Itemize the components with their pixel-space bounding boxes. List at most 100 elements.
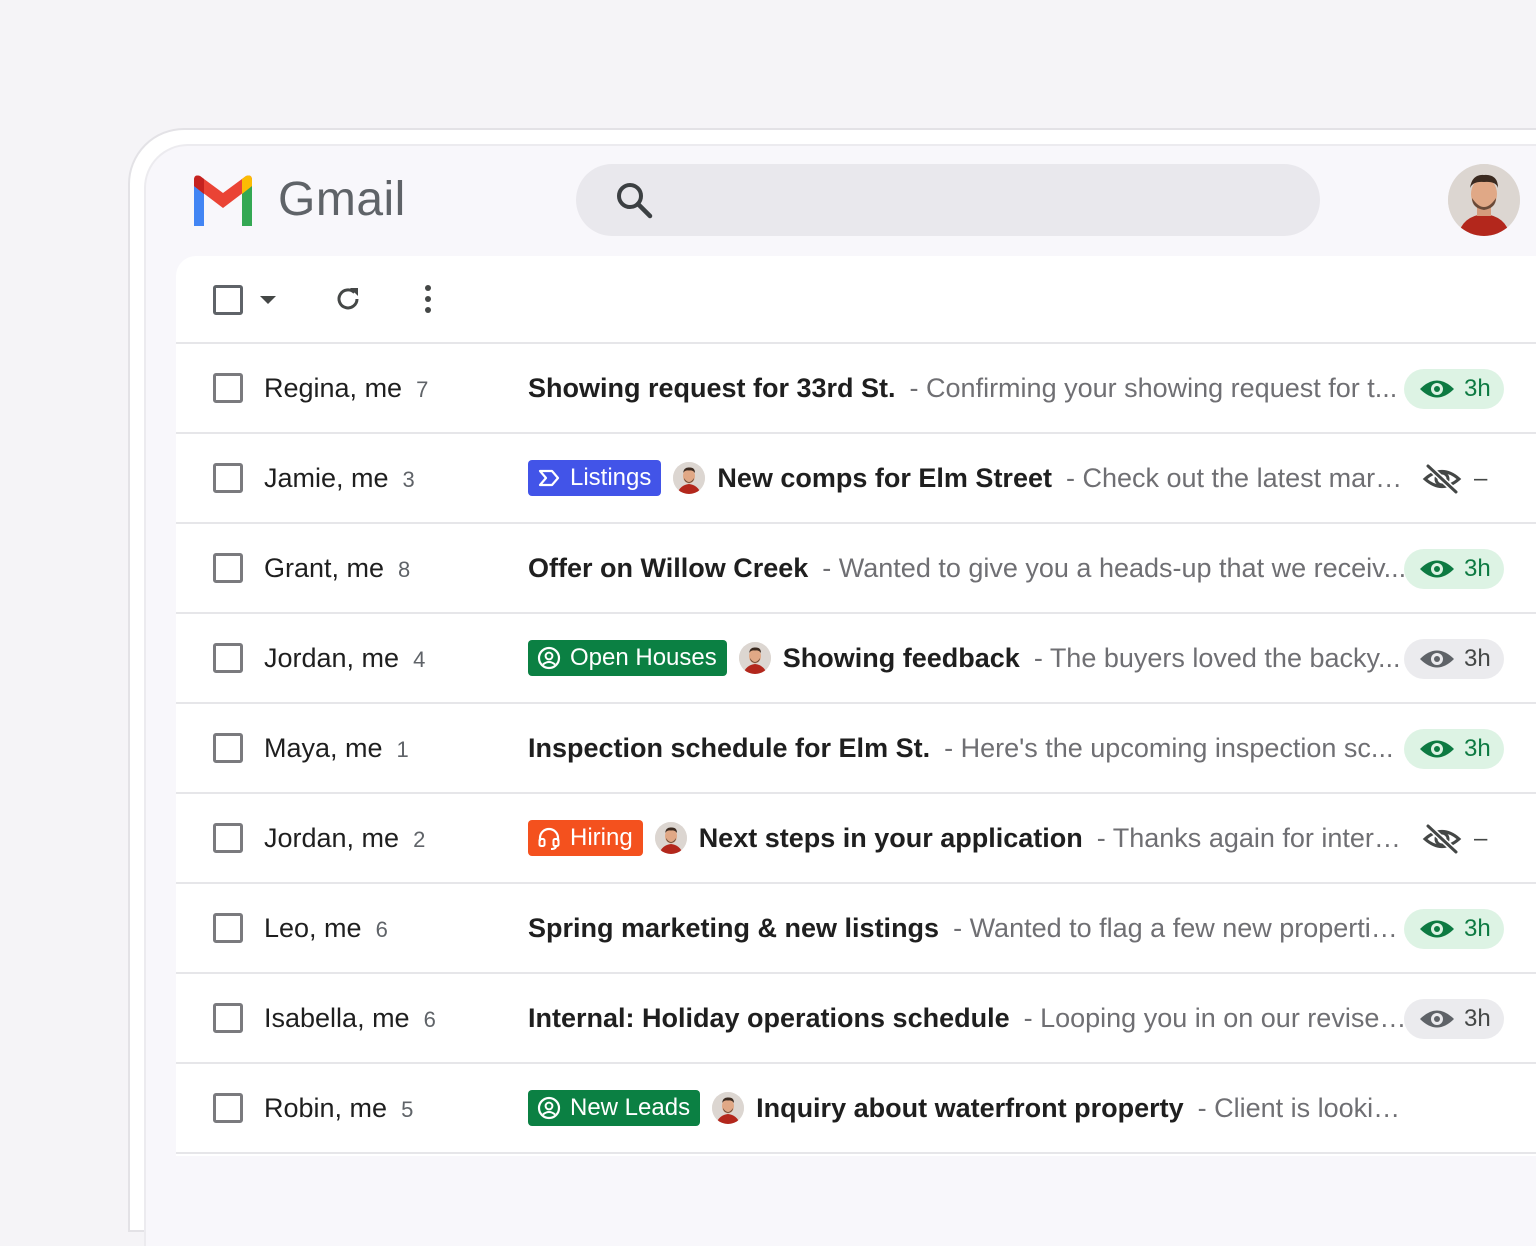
sender-name: Jordan, me 4: [264, 638, 425, 680]
sender-avatar: [712, 1092, 745, 1124]
row-checkbox[interactable]: [213, 643, 243, 673]
thread-count: 7: [416, 377, 429, 402]
read-time: 3h: [1464, 555, 1491, 582]
email-row[interactable]: Grant, me 8 Offer on Willow Creek - Wanted …: [176, 524, 1536, 614]
eye-icon: [1420, 380, 1454, 398]
read-status-badge[interactable]: 3h: [1404, 999, 1504, 1039]
eye-icon: [1420, 1010, 1454, 1028]
email-subject: Inspection schedule for Elm St.: [528, 732, 931, 763]
sender-name: Jamie, me 3: [264, 458, 415, 500]
read-time: 3h: [1464, 735, 1491, 762]
label-chip[interactable]: New Leads: [528, 1090, 701, 1126]
row-checkbox[interactable]: [213, 823, 243, 853]
email-row[interactable]: Robin, me 5 New Leads Inquiry about waterfr…: [176, 1064, 1536, 1154]
thread-count: 1: [396, 737, 409, 762]
read-status-badge[interactable]: 3h: [1404, 639, 1504, 679]
email-snippet: - Wanted to give you a heads-up that we …: [822, 552, 1407, 583]
sender-label: Jamie, me: [264, 463, 389, 493]
sender-name: Leo, me 6: [264, 908, 388, 950]
read-status-badge[interactable]: –: [1404, 819, 1504, 859]
search-bar[interactable]: [576, 164, 1320, 236]
sender-name: Isabella, me 6: [264, 998, 436, 1040]
row-checkbox[interactable]: [213, 733, 243, 763]
email-content[interactable]: Listings New comps for Elm Street - Check …: [528, 455, 1408, 501]
email-subject: New comps for Elm Street: [717, 462, 1052, 493]
gmail-logo-icon[interactable]: [190, 174, 256, 226]
email-snippet: - Confirming your showing request for t.…: [909, 372, 1398, 403]
thread-count: 2: [413, 827, 426, 852]
read-time: 3h: [1464, 645, 1491, 672]
email-row[interactable]: Jordan, me 4 Open Houses Showing feedback - …: [176, 614, 1536, 704]
thread-count: 3: [402, 467, 415, 492]
read-time: 3h: [1464, 915, 1491, 942]
email-subject: Inquiry about waterfront property: [756, 1092, 1184, 1123]
sender-label: Isabella, me: [264, 1003, 410, 1033]
sender-label: Leo, me: [264, 913, 362, 943]
more-options-icon[interactable]: [414, 282, 442, 316]
sender-label: Regina, me: [264, 373, 403, 403]
email-row[interactable]: Jordan, me 2 Hiring Next steps in your appl…: [176, 794, 1536, 884]
list-toolbar: [176, 256, 1536, 344]
sender-avatar: [738, 642, 771, 674]
email-content[interactable]: Hiring Next steps in your application - Th…: [528, 815, 1408, 861]
email-content[interactable]: Spring marketing & new listings - Wanted …: [528, 905, 1408, 951]
sender-name: Robin, me 5: [264, 1088, 413, 1130]
eye-icon: [1420, 650, 1454, 668]
email-row[interactable]: Regina, me 7 Showing request for 33rd St. -…: [176, 344, 1536, 434]
label-chip[interactable]: Open Houses: [528, 640, 727, 676]
person-circle-icon: [536, 645, 570, 671]
app-title[interactable]: Gmail: [278, 170, 406, 230]
email-row[interactable]: Isabella, me 6 Internal: Holiday operation…: [176, 974, 1536, 1064]
account-avatar[interactable]: [1448, 164, 1520, 236]
thread-count: 4: [413, 647, 426, 672]
email-row[interactable]: Jamie, me 3 Listings New comps for Elm Stre…: [176, 434, 1536, 524]
email-content[interactable]: Showing request for 33rd St. - Confirming…: [528, 365, 1408, 411]
label-text: New Leads: [570, 1094, 691, 1121]
read-status-badge[interactable]: 3h: [1404, 369, 1504, 409]
label-chip[interactable]: Hiring: [528, 820, 643, 856]
email-content[interactable]: New Leads Inquiry about waterfront proper…: [528, 1085, 1408, 1131]
eye-off-icon: [1422, 463, 1462, 495]
sender-name: Maya, me 1: [264, 728, 409, 770]
label-chip[interactable]: Listings: [528, 460, 662, 496]
row-checkbox[interactable]: [213, 913, 243, 943]
label-text: Open Houses: [570, 644, 717, 671]
person-circle-icon: [536, 1095, 570, 1121]
select-all-checkbox[interactable]: [213, 285, 243, 315]
thread-count: 6: [375, 917, 388, 942]
read-time: –: [1474, 465, 1488, 492]
email-row[interactable]: Maya, me 1 Inspection schedule for Elm St.…: [176, 704, 1536, 794]
email-snippet: - Here's the upcoming inspection sc...: [944, 732, 1394, 763]
eye-icon: [1420, 920, 1454, 938]
email-subject: Showing request for 33rd St.: [528, 372, 896, 403]
row-checkbox[interactable]: [213, 463, 243, 493]
read-status-badge[interactable]: 3h: [1404, 909, 1504, 949]
email-content[interactable]: Open Houses Showing feedback - The buyers …: [528, 635, 1408, 681]
email-subject: Next steps in your application: [698, 822, 1083, 853]
email-subject: Showing feedback: [782, 642, 1020, 673]
row-checkbox[interactable]: [213, 1003, 243, 1033]
email-content[interactable]: Inspection schedule for Elm St. - Here's …: [528, 725, 1408, 771]
refresh-icon[interactable]: [332, 283, 364, 315]
headset-icon: [536, 825, 570, 851]
email-snippet: - The buyers loved the backy...: [1033, 642, 1401, 673]
email-subject: Spring marketing & new listings: [528, 912, 940, 943]
email-content[interactable]: Offer on Willow Creek - Wanted to give yo…: [528, 545, 1408, 591]
read-time: –: [1474, 825, 1488, 852]
email-row[interactable]: Leo, me 6 Spring marketing & new listings -…: [176, 884, 1536, 974]
search-icon[interactable]: [612, 178, 656, 222]
caret-down-icon[interactable]: [258, 292, 278, 308]
thread-count: 6: [423, 1007, 436, 1032]
row-checkbox[interactable]: [213, 1093, 243, 1123]
read-status-badge[interactable]: 3h: [1404, 729, 1504, 769]
email-content[interactable]: Internal: Holiday operations schedule - L…: [528, 995, 1408, 1041]
row-checkbox[interactable]: [213, 553, 243, 583]
read-status-badge[interactable]: 3h: [1404, 549, 1504, 589]
sender-label: Jordan, me: [264, 643, 400, 673]
row-checkbox[interactable]: [213, 373, 243, 403]
email-snippet: - Check out the latest mark...: [1065, 462, 1408, 493]
sender-name: Regina, me 7: [264, 368, 428, 410]
sender-avatar: [673, 462, 706, 494]
eye-icon: [1420, 560, 1454, 578]
read-status-badge[interactable]: –: [1404, 459, 1504, 499]
